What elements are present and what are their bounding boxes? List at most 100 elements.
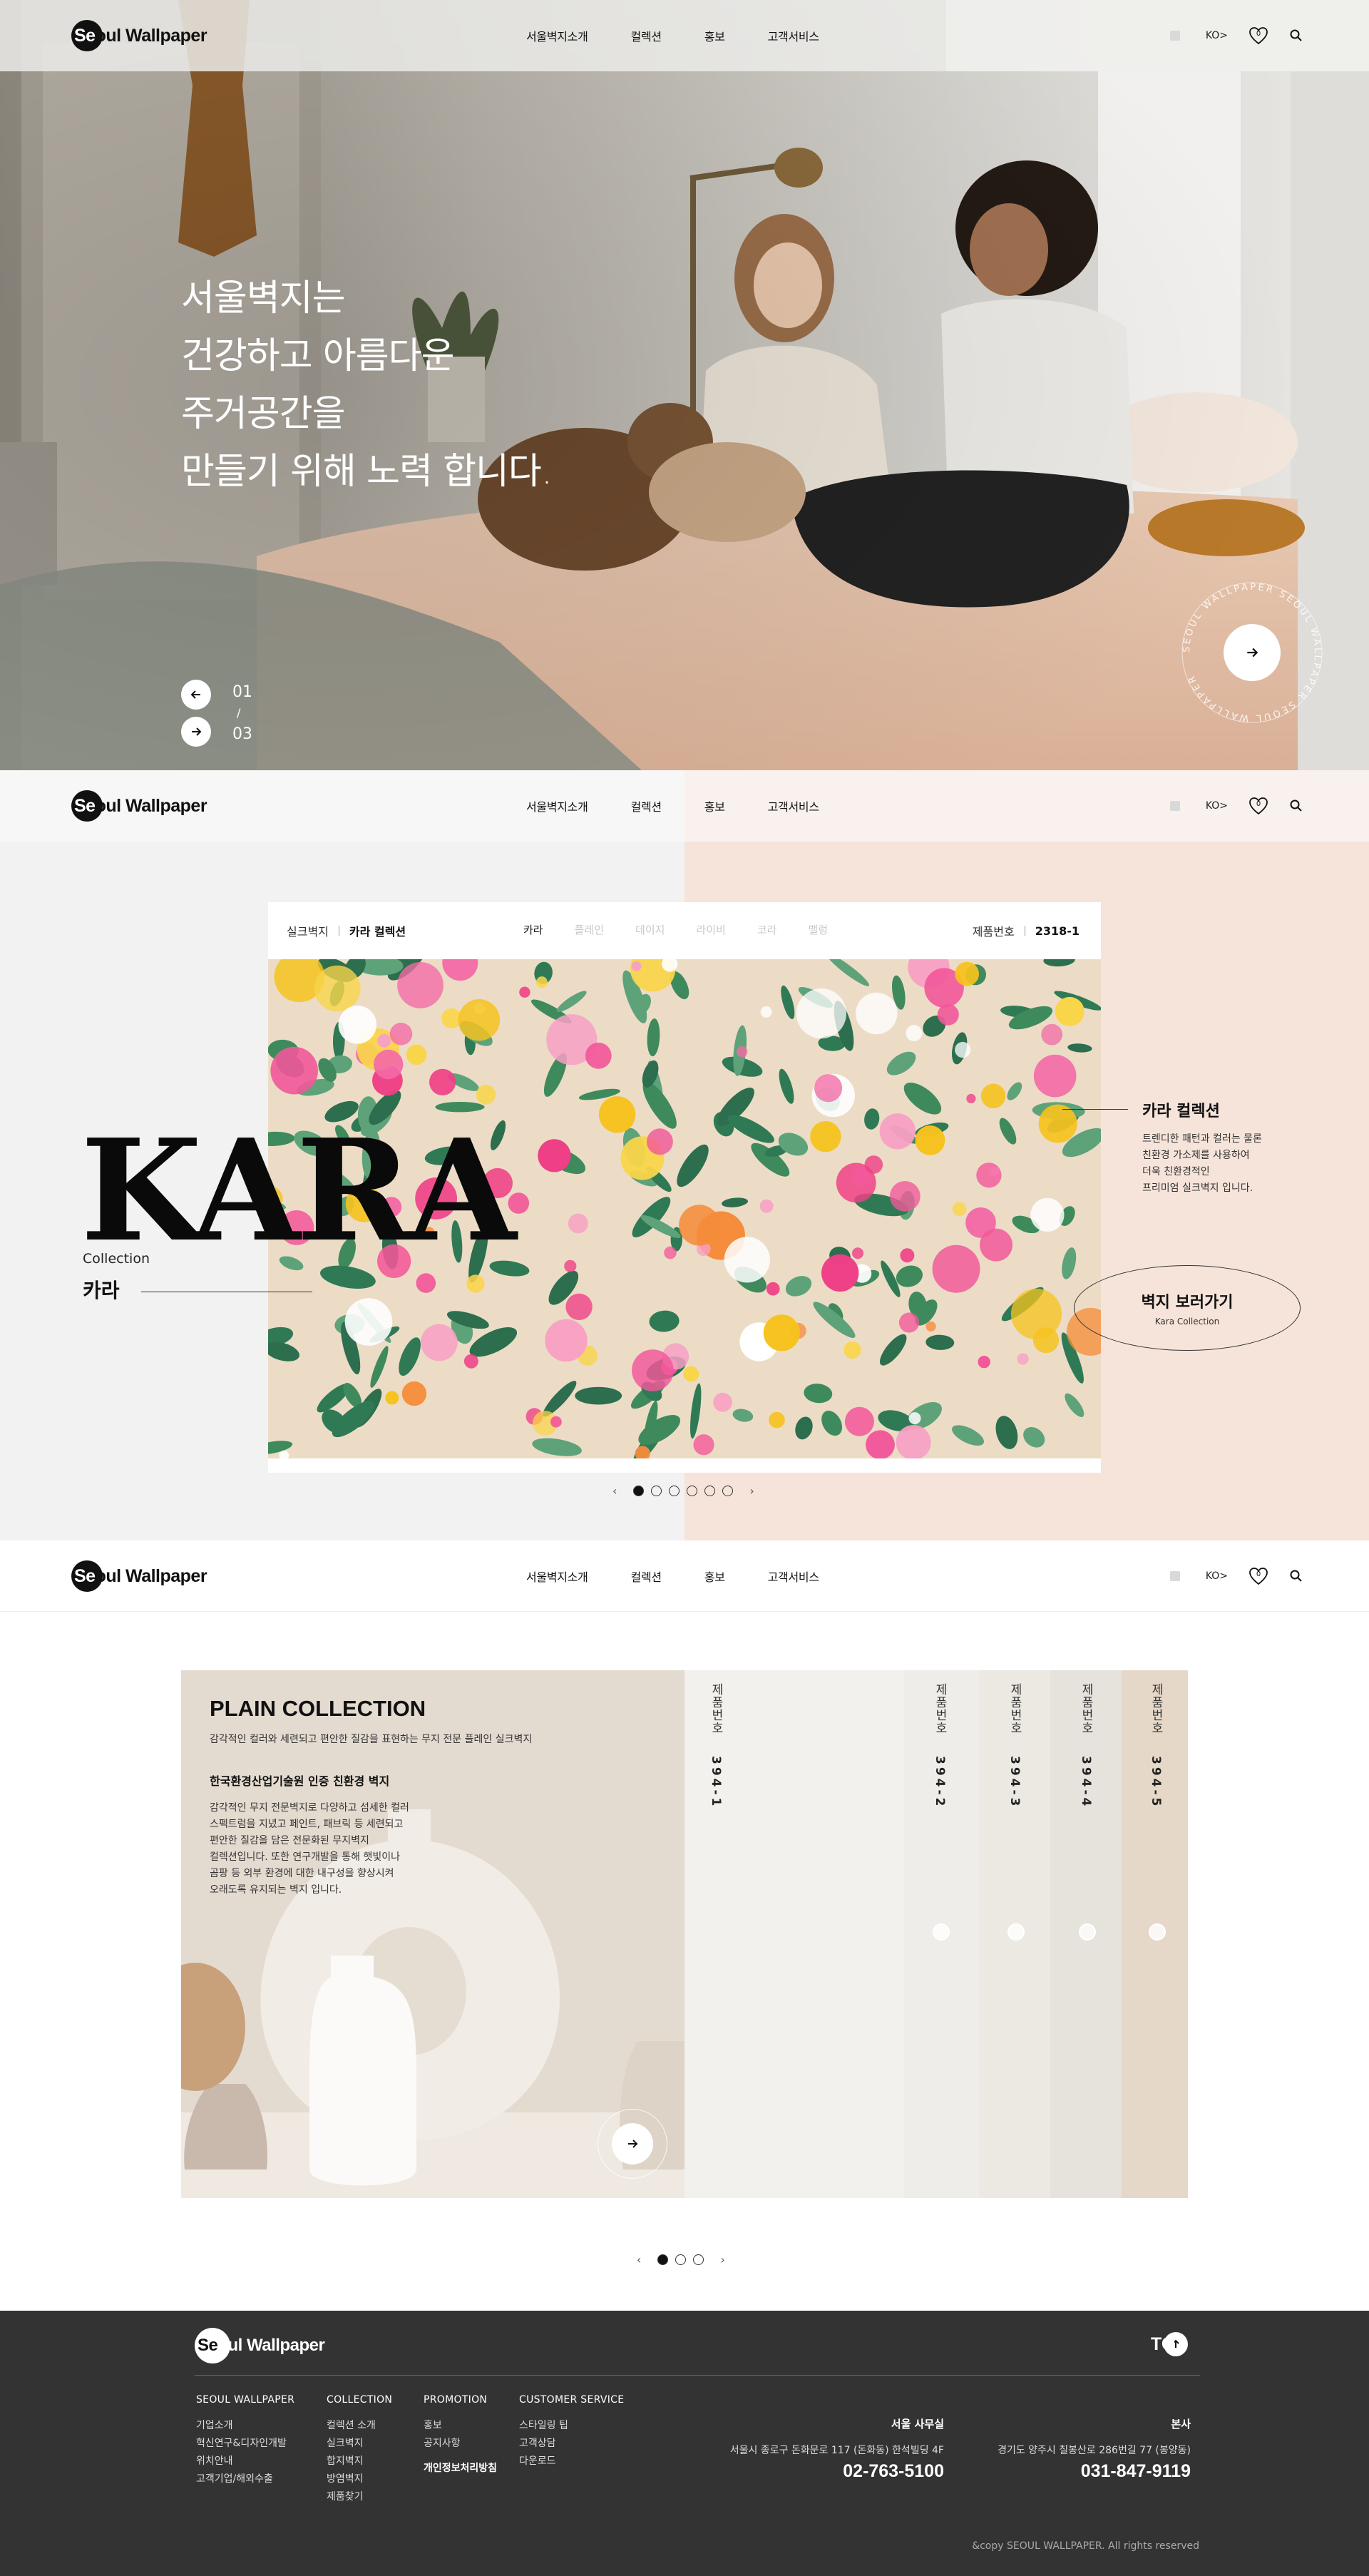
kara-title: KARA — [81, 1109, 516, 1273]
footer-link[interactable]: 위치안내 — [196, 2453, 294, 2470]
nav-item-about[interactable]: 서울벽지소개 — [526, 27, 588, 44]
view-wallpaper-title: 벽지 보러가기 — [1141, 1294, 1234, 1312]
pager-dot[interactable] — [633, 1486, 645, 1496]
wishlist-button[interactable]: 0 — [1248, 25, 1269, 46]
swatch-strip: 제품번호 394-5 — [1122, 1670, 1188, 2198]
nav-item-collection[interactable]: 컬렉션 — [631, 27, 662, 44]
nav-item-about[interactable]: 서울벽지소개 — [526, 1568, 588, 1585]
wishlist-button[interactable]: 0 — [1248, 1565, 1269, 1587]
hero-circle-next-button[interactable] — [1224, 624, 1281, 681]
footer-link[interactable]: 고객상담 — [519, 2435, 624, 2453]
pager-dot[interactable] — [704, 1486, 716, 1496]
search-icon[interactable] — [1289, 29, 1303, 43]
pager-dot[interactable] — [657, 2254, 669, 2265]
arrow-left-icon — [190, 690, 200, 699]
plain-collection-title: PLAIN COLLECTION — [210, 1696, 426, 1721]
back-to-top-button[interactable]: TO — [1151, 2332, 1189, 2356]
wishlist-count: 0 — [1256, 1570, 1261, 1578]
pager-dot[interactable] — [675, 2254, 687, 2265]
swatch-hotspot[interactable] — [933, 1923, 950, 1941]
plain-description: 감각적인 무지 전문벽지로 다양하고 섬세한 컬러 스펙트럼을 지녔고 페인트,… — [210, 1802, 409, 1896]
pager-dot[interactable] — [687, 1486, 698, 1496]
hero-next-button[interactable] — [181, 717, 211, 747]
nav-item-about[interactable]: 서울벽지소개 — [526, 797, 588, 814]
footer-link[interactable]: 실크벽지 — [327, 2435, 392, 2453]
view-wallpaper-sub: Kara Collection — [1154, 1317, 1220, 1327]
footer-link[interactable]: 고객기업/해외수출 — [196, 2470, 294, 2488]
pager-dot[interactable] — [693, 2254, 704, 2265]
footer-link[interactable]: 제품찾기 — [327, 2488, 392, 2506]
main-nav: 서울벽지소개 컬렉션 홍보 고객서비스 — [526, 770, 862, 842]
view-wallpaper-button[interactable]: 벽지 보러가기 Kara Collection — [1074, 1265, 1301, 1351]
hero-prev-button[interactable] — [181, 680, 211, 710]
swatch-hotspot[interactable] — [1149, 1923, 1166, 1941]
footer-link[interactable]: 컬렉션 소개 — [327, 2417, 392, 2435]
footer-link[interactable]: 기업소개 — [196, 2417, 294, 2435]
tab-daisy[interactable]: 데이지 — [635, 922, 665, 937]
site-logo[interactable]: Seoul Wallpaper — [71, 790, 207, 822]
language-selector[interactable]: KO> — [1206, 30, 1228, 41]
footer-link[interactable]: 혁신연구&디자인개발 — [196, 2435, 294, 2453]
chevron-left-icon[interactable]: ‹ — [612, 1484, 617, 1498]
breadcrumb: 실크벽지 카라 컬렉션 — [287, 922, 406, 939]
chevron-right-icon[interactable]: › — [749, 1484, 754, 1498]
footer-link[interactable]: 다운로드 — [519, 2453, 624, 2470]
tab-cora[interactable]: 코라 — [757, 922, 777, 937]
pager-dot[interactable] — [722, 1486, 734, 1496]
plain-swatches-panel: 제품번호 394-1 제품번호 394-2 제품번호 394-3 제품번호 39… — [684, 1670, 1188, 2198]
breadcrumb-collection[interactable]: 카라 컬렉션 — [349, 922, 406, 939]
pager-dot[interactable] — [669, 1486, 680, 1496]
chevron-left-icon[interactable]: ‹ — [637, 2253, 641, 2266]
nav-item-promotion[interactable]: 홍보 — [704, 797, 725, 814]
footer-privacy-link[interactable]: 개인정보처리방침 — [424, 2460, 497, 2478]
hero-slide-separator: / — [237, 706, 241, 720]
breadcrumb-category[interactable]: 실크벽지 — [287, 922, 329, 939]
tab-plain[interactable]: 플레인 — [575, 922, 604, 937]
pager-dot[interactable] — [651, 1486, 662, 1496]
logo-text-inner: Se — [74, 1565, 96, 1586]
site-logo[interactable]: Seoul Wallpaper — [71, 20, 207, 51]
language-selector[interactable]: KO> — [1206, 1570, 1228, 1582]
office-phone[interactable]: 02-763-5100 — [730, 2461, 944, 2482]
tab-bellung[interactable]: 밸렁 — [808, 922, 828, 937]
footer-link[interactable]: 방염벽지 — [327, 2470, 392, 2488]
footer-link[interactable]: 홍보 — [424, 2417, 497, 2435]
wishlist-count: 0 — [1256, 30, 1261, 38]
office-phone[interactable]: 031-847-9119 — [998, 2461, 1191, 2482]
site-logo[interactable]: Seoul Wallpaper — [71, 1560, 207, 1592]
swatch-hotspot[interactable] — [1079, 1923, 1096, 1941]
language-selector[interactable]: KO> — [1206, 800, 1228, 812]
swatch-number: 394-4 — [1079, 1756, 1093, 1809]
nav-item-promotion[interactable]: 홍보 — [704, 27, 725, 44]
footer-column: PROMOTION 홍보 공지사항 개인정보처리방침 — [424, 2394, 497, 2478]
chevron-right-icon[interactable]: › — [720, 2253, 724, 2266]
arrow-right-icon — [1247, 648, 1258, 658]
footer-link[interactable]: 공지사항 — [424, 2435, 497, 2453]
plain-next-ring — [598, 2109, 667, 2179]
nav-item-customer-service[interactable]: 고객서비스 — [768, 27, 819, 44]
site-header: Seoul Wallpaper 서울벽지소개 컬렉션 홍보 고객서비스 KO> … — [0, 0, 1369, 71]
search-icon[interactable] — [1289, 799, 1303, 813]
collection-info-text: 트렌디한 패턴과 컬러는 물론 친환경 가소제를 사용하여 더욱 친환경적인 프… — [1142, 1133, 1262, 1194]
footer-column-title: SEOUL WALLPAPER — [196, 2394, 295, 2406]
footer-logo[interactable]: Seoul Wallpaper — [195, 2328, 325, 2363]
logo-text-inner: Se — [74, 795, 96, 816]
plain-next-button[interactable] — [612, 2123, 653, 2164]
footer-link[interactable]: 합지벽지 — [327, 2453, 392, 2470]
search-icon[interactable] — [1289, 1569, 1303, 1583]
nav-item-promotion[interactable]: 홍보 — [704, 1568, 725, 1585]
footer-link[interactable]: 스타일링 팁 — [519, 2417, 624, 2435]
wishlist-button[interactable]: 0 — [1248, 795, 1269, 817]
swatch-strip: 제품번호 394-1 — [684, 1670, 904, 2198]
nav-item-collection[interactable]: 컬렉션 — [631, 797, 662, 814]
footer-column: SEOUL WALLPAPER 기업소개 혁신연구&디자인개발 위치안내 고객기… — [196, 2394, 294, 2488]
nav-item-customer-service[interactable]: 고객서비스 — [768, 1568, 819, 1585]
tab-laivi[interactable]: 라이비 — [696, 922, 725, 937]
tab-kara[interactable]: 카라 — [523, 922, 543, 937]
swatch-number: 394-3 — [1007, 1756, 1022, 1809]
swatch-hotspot[interactable] — [1007, 1923, 1025, 1941]
arrow-right-icon — [192, 727, 202, 736]
nav-item-collection[interactable]: 컬렉션 — [631, 1568, 662, 1585]
nav-item-customer-service[interactable]: 고객서비스 — [768, 797, 819, 814]
swatch-number: 394-2 — [933, 1756, 947, 1809]
